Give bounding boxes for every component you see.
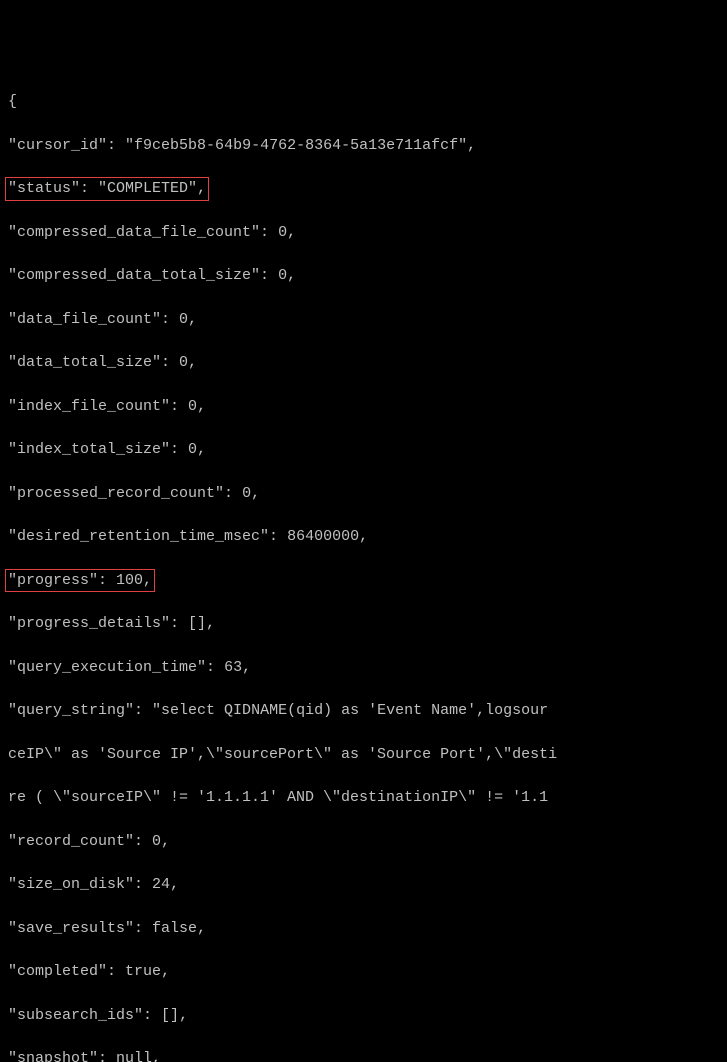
line-pd: "progress_details": [],: [8, 613, 719, 635]
line-qs-3: re ( \"sourceIP\" != '1.1.1.1' AND \"des…: [8, 787, 719, 809]
highlight-progress: "progress": 100,: [5, 569, 155, 593]
line-cdts: "compressed_data_total_size": 0,: [8, 265, 719, 287]
line-prc: "processed_record_count": 0,: [8, 483, 719, 505]
line-ssi: "subsearch_ids": [],: [8, 1005, 719, 1027]
line-qs-2: ceIP\" as 'Source IP',\"sourcePort\" as …: [8, 744, 719, 766]
line-qet: "query_execution_time": 63,: [8, 657, 719, 679]
line-status: "status": "COMPLETED",: [8, 178, 719, 200]
line-sr: "save_results": false,: [8, 918, 719, 940]
line-rc: "record_count": 0,: [8, 831, 719, 853]
line-ifc: "index_file_count": 0,: [8, 396, 719, 418]
json-open: {: [8, 91, 719, 113]
line-drtm: "desired_retention_time_msec": 86400000,: [8, 526, 719, 548]
line-its: "index_total_size": 0,: [8, 439, 719, 461]
line-dts: "data_total_size": 0,: [8, 352, 719, 374]
line-cursor-id: "cursor_id": "f9ceb5b8-64b9-4762-8364-5a…: [8, 135, 719, 157]
line-progress: "progress": 100,: [8, 570, 719, 592]
highlight-status: "status": "COMPLETED",: [5, 177, 209, 201]
line-sod: "size_on_disk": 24,: [8, 874, 719, 896]
line-cdfc: "compressed_data_file_count": 0,: [8, 222, 719, 244]
line-dfc: "data_file_count": 0,: [8, 309, 719, 331]
line-snapshot: "snapshot": null,: [8, 1048, 719, 1062]
line-completed: "completed": true,: [8, 961, 719, 983]
line-qs-1: "query_string": "select QIDNAME(qid) as …: [8, 700, 719, 722]
